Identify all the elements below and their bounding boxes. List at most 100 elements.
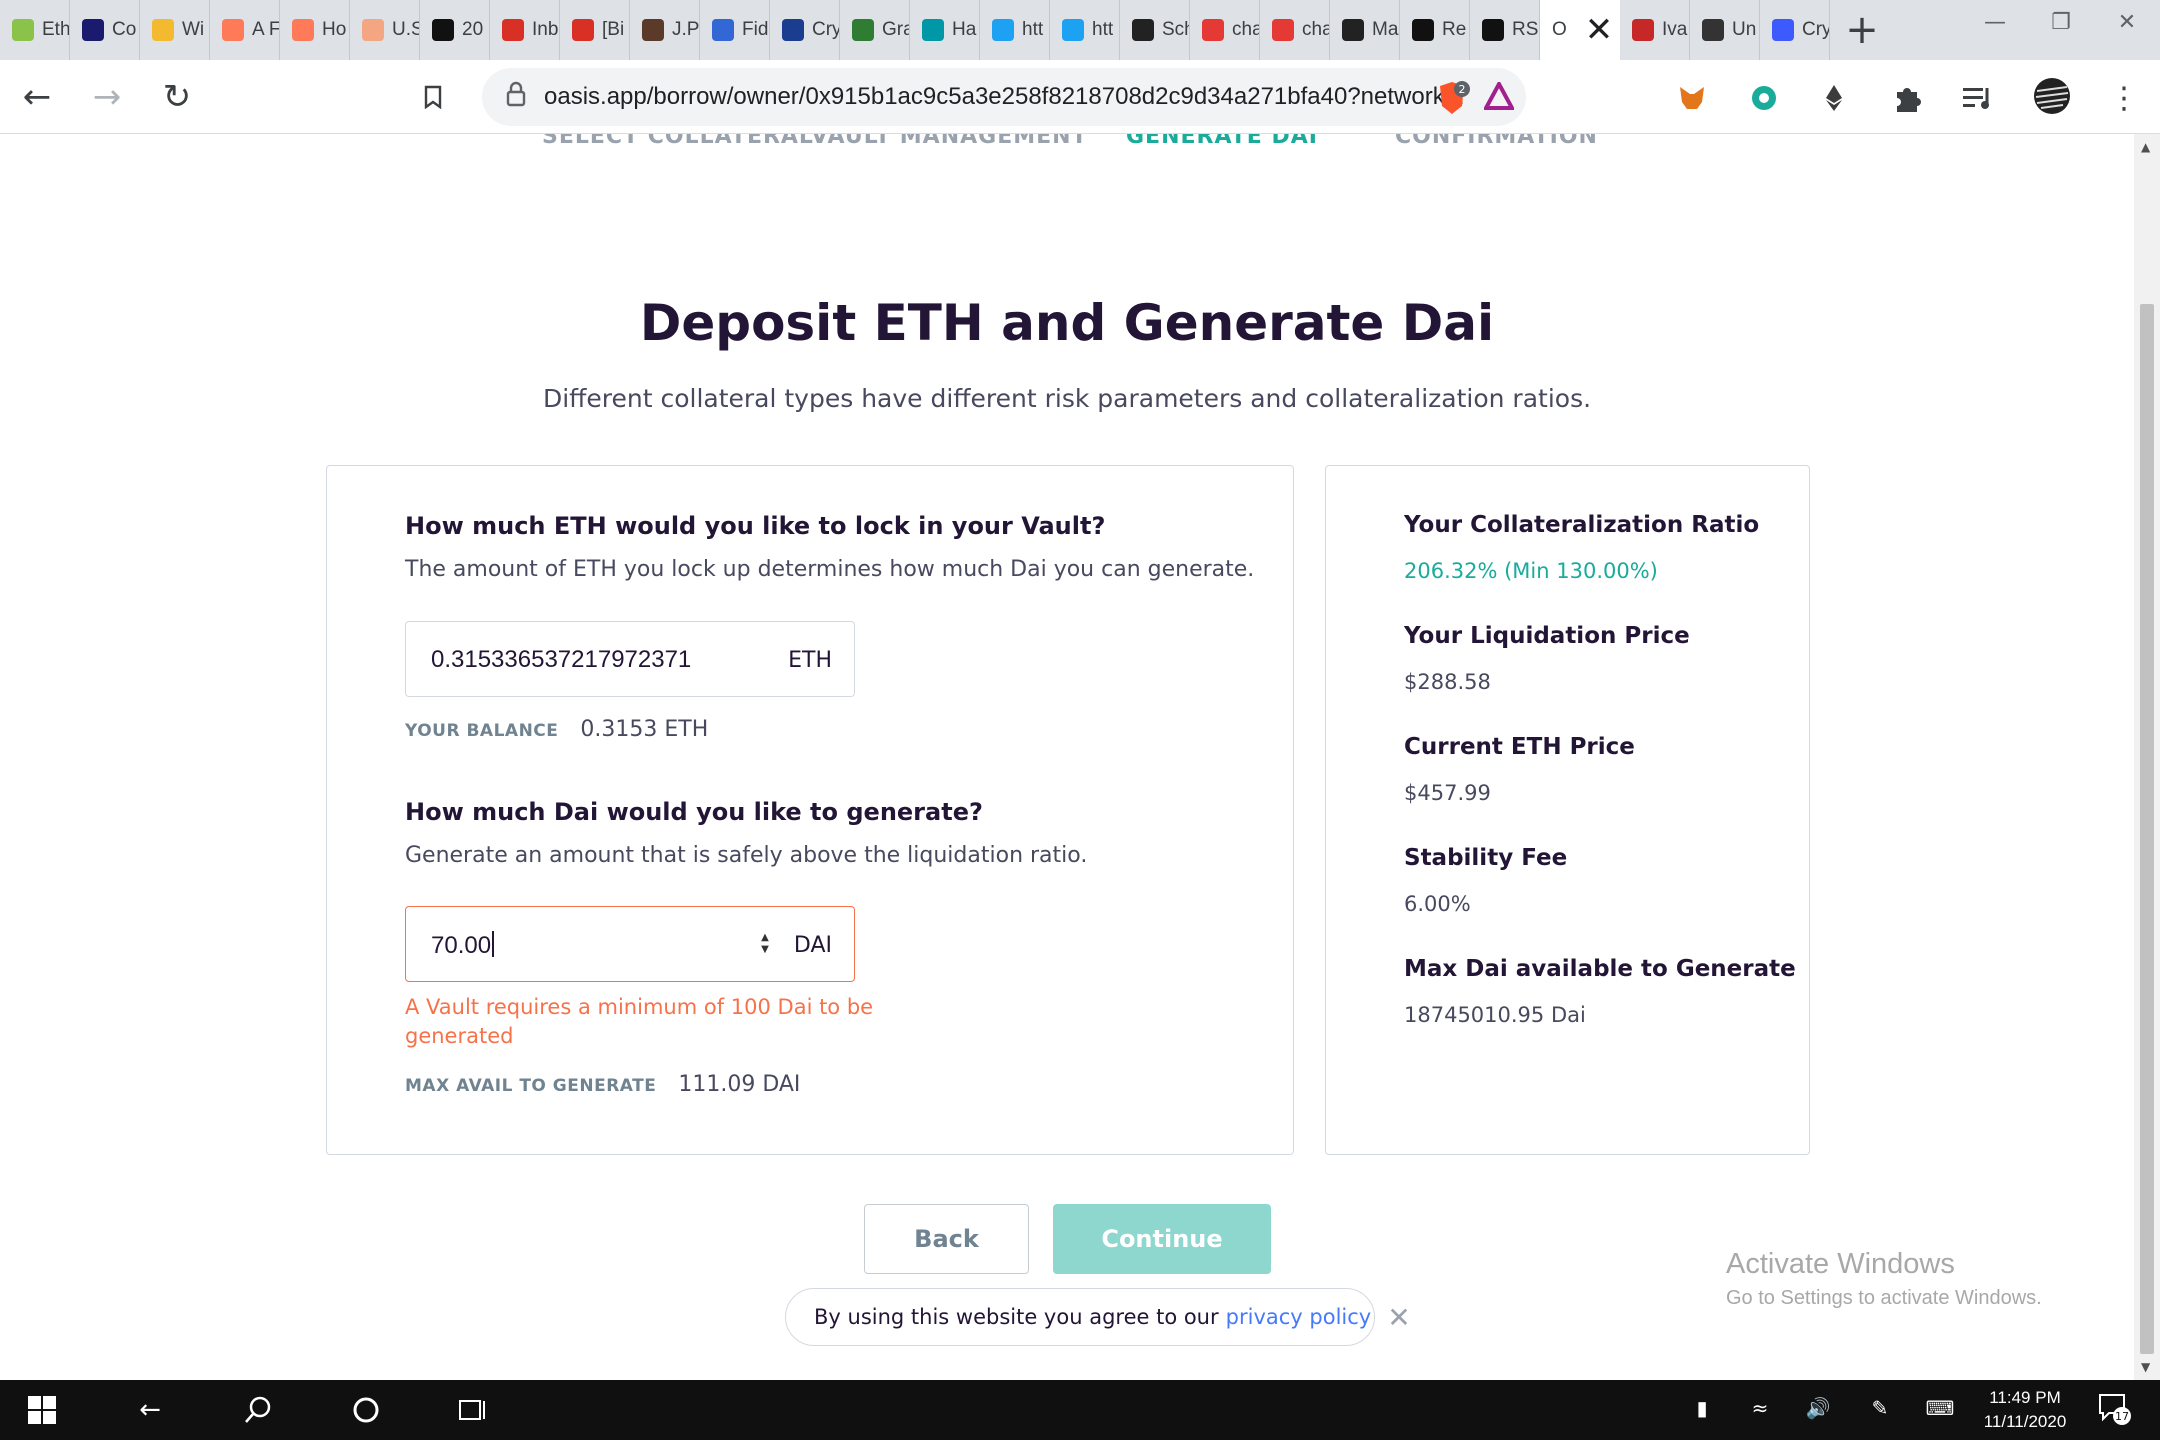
your-balance: YOUR BALANCE 0.3153 ETH: [405, 717, 708, 742]
media-playlist-icon[interactable]: [1958, 78, 1998, 118]
browser-tab[interactable]: 20: [420, 0, 490, 60]
extensions-puzzle-icon[interactable]: [1887, 78, 1927, 118]
pen-icon[interactable]: ✎: [1862, 1388, 1898, 1428]
browser-tab[interactable]: Co: [70, 0, 140, 60]
tab-title: Re: [1442, 19, 1467, 40]
address-bar[interactable]: oasis.app/borrow/owner/0x915b1ac9c5a3e25…: [482, 68, 1526, 126]
browser-tab[interactable]: Un: [1690, 0, 1760, 60]
browser-tab[interactable]: Re: [1400, 0, 1470, 60]
task-view-icon[interactable]: [454, 1390, 494, 1430]
new-tab-button[interactable]: +: [1842, 7, 1882, 53]
browser-tab[interactable]: cha: [1190, 0, 1260, 60]
restore-icon[interactable]: ❐: [2028, 0, 2094, 44]
close-icon[interactable]: ✕: [1387, 1301, 1410, 1334]
volume-icon[interactable]: 🔊: [1800, 1388, 1836, 1428]
tab-title: Iva: [1662, 19, 1688, 40]
browser-tab[interactable]: Iva: [1620, 0, 1690, 60]
browser-tab[interactable]: RS: [1470, 0, 1540, 60]
forward-arrow-icon[interactable]: →: [84, 74, 130, 120]
balance-value: 0.3153 ETH: [580, 717, 709, 742]
close-tab-icon[interactable]: ✕: [1585, 10, 1614, 50]
page-scrollbar[interactable]: ▲ ▼: [2134, 134, 2160, 1380]
lock-icon: [506, 81, 526, 111]
tab-favicon-icon: [292, 19, 314, 41]
cookie-text: By using this website you agree to our: [814, 1305, 1219, 1329]
search-icon[interactable]: [238, 1390, 278, 1430]
keyboard-icon[interactable]: ⌨: [1922, 1388, 1958, 1428]
wifi-icon[interactable]: ≈: [1742, 1388, 1778, 1428]
vault-summary-panel: Your Collateralization Ratio 206.32% (Mi…: [1325, 465, 1810, 1155]
tab-title: Co: [112, 19, 137, 40]
scrollbar-thumb[interactable]: [2140, 304, 2154, 1354]
tab-favicon-icon: [1772, 19, 1794, 41]
tab-title: Ha: [952, 19, 977, 40]
minimize-icon[interactable]: —: [1962, 0, 2028, 44]
browser-tab[interactable]: J.P: [630, 0, 700, 60]
tab-favicon-icon: [12, 19, 34, 41]
tab-favicon-icon: [852, 19, 874, 41]
continue-button[interactable]: Continue: [1053, 1204, 1271, 1274]
tab-favicon-icon: [1412, 19, 1434, 41]
browser-toolbar: ← → ↻ oasis.app/borrow/owner/0x915b1ac9c…: [0, 60, 2160, 134]
tab-favicon-icon: [1632, 19, 1654, 41]
browser-tab[interactable]: Ho: [280, 0, 350, 60]
browser-tab[interactable]: htt: [980, 0, 1050, 60]
profile-avatar-icon[interactable]: [2032, 76, 2072, 116]
browser-menu-icon[interactable]: ⋮: [2104, 78, 2144, 118]
browser-tab[interactable]: [Bi: [560, 0, 630, 60]
privacy-policy-link[interactable]: privacy policy: [1226, 1305, 1372, 1329]
notifications-icon[interactable]: 17: [2096, 1388, 2132, 1428]
ethereum-extension-icon[interactable]: [1814, 78, 1854, 118]
brave-rewards-icon[interactable]: [1482, 79, 1516, 114]
step-generate-dai: GENERATE DAI: [1126, 134, 1318, 149]
browser-tab[interactable]: Wi: [140, 0, 210, 60]
windows-start-icon[interactable]: [22, 1390, 62, 1430]
browser-tab[interactable]: Sch: [1120, 0, 1190, 60]
tab-favicon-icon: [782, 19, 804, 41]
close-window-icon[interactable]: ✕: [2094, 0, 2160, 44]
system-clock[interactable]: 11:49 PM 11/11/2020: [1960, 1386, 2090, 1434]
dai-amount-input[interactable]: 70.00 ▲ ▼ DAI: [405, 906, 855, 982]
page-content: SELECT COLLATERAL VAULT MANAGEMENT GENER…: [0, 134, 2134, 1380]
browser-tab[interactable]: Ma: [1330, 0, 1400, 60]
tab-favicon-icon: [572, 19, 594, 41]
active-browser-tab[interactable]: O ✕: [1540, 0, 1620, 60]
tab-favicon-icon: [82, 19, 104, 41]
activate-windows-watermark: Activate Windows Go to Settings to activ…: [1726, 1248, 2042, 1310]
browser-tab[interactable]: Ha: [910, 0, 980, 60]
browser-tab[interactable]: Gra: [840, 0, 910, 60]
window-controls: — ❐ ✕: [1962, 0, 2160, 44]
browser-tab[interactable]: cha: [1260, 0, 1330, 60]
back-button[interactable]: Back: [864, 1204, 1029, 1274]
browser-tab[interactable]: Cry: [1760, 0, 1830, 60]
reload-icon[interactable]: ↻: [154, 74, 200, 120]
tab-title: Un: [1732, 19, 1757, 40]
bookmark-icon[interactable]: [410, 74, 456, 120]
eth-amount-input[interactable]: 0.315336537217972371 ETH: [405, 621, 855, 697]
number-stepper-icon[interactable]: ▲ ▼: [756, 931, 774, 957]
lock-description: The amount of ETH you lock up determines…: [405, 557, 1255, 582]
browser-tab[interactable]: U.S: [350, 0, 420, 60]
browser-tab[interactable]: Eth: [0, 0, 70, 60]
clock-time: 11:49 PM: [1989, 1388, 2061, 1407]
tab-favicon-icon: [712, 19, 734, 41]
cortana-icon[interactable]: [346, 1390, 386, 1430]
scroll-up-icon[interactable]: ▲: [2141, 140, 2150, 154]
scroll-down-icon[interactable]: ▼: [2141, 1360, 2150, 1374]
tab-title: htt: [1092, 19, 1114, 40]
metamask-icon[interactable]: [1672, 78, 1712, 118]
browser-tab[interactable]: Cry: [770, 0, 840, 60]
brave-shield-icon[interactable]: 2: [1434, 80, 1470, 120]
taskbar-back-icon[interactable]: ←: [130, 1390, 170, 1430]
battery-icon[interactable]: ▮: [1684, 1388, 1720, 1428]
browser-tab[interactable]: Inb: [490, 0, 560, 60]
back-arrow-icon[interactable]: ←: [14, 74, 60, 120]
extension-teal-icon[interactable]: [1744, 78, 1784, 118]
dai-unit-label: DAI: [793, 933, 832, 958]
tab-title: Fid: [742, 19, 769, 40]
browser-tab[interactable]: A F: [210, 0, 280, 60]
browser-tab[interactable]: Fid: [700, 0, 770, 60]
tab-favicon-icon: [922, 19, 944, 41]
liquidation-price-label: Your Liquidation Price: [1404, 623, 1690, 649]
browser-tab[interactable]: htt: [1050, 0, 1120, 60]
